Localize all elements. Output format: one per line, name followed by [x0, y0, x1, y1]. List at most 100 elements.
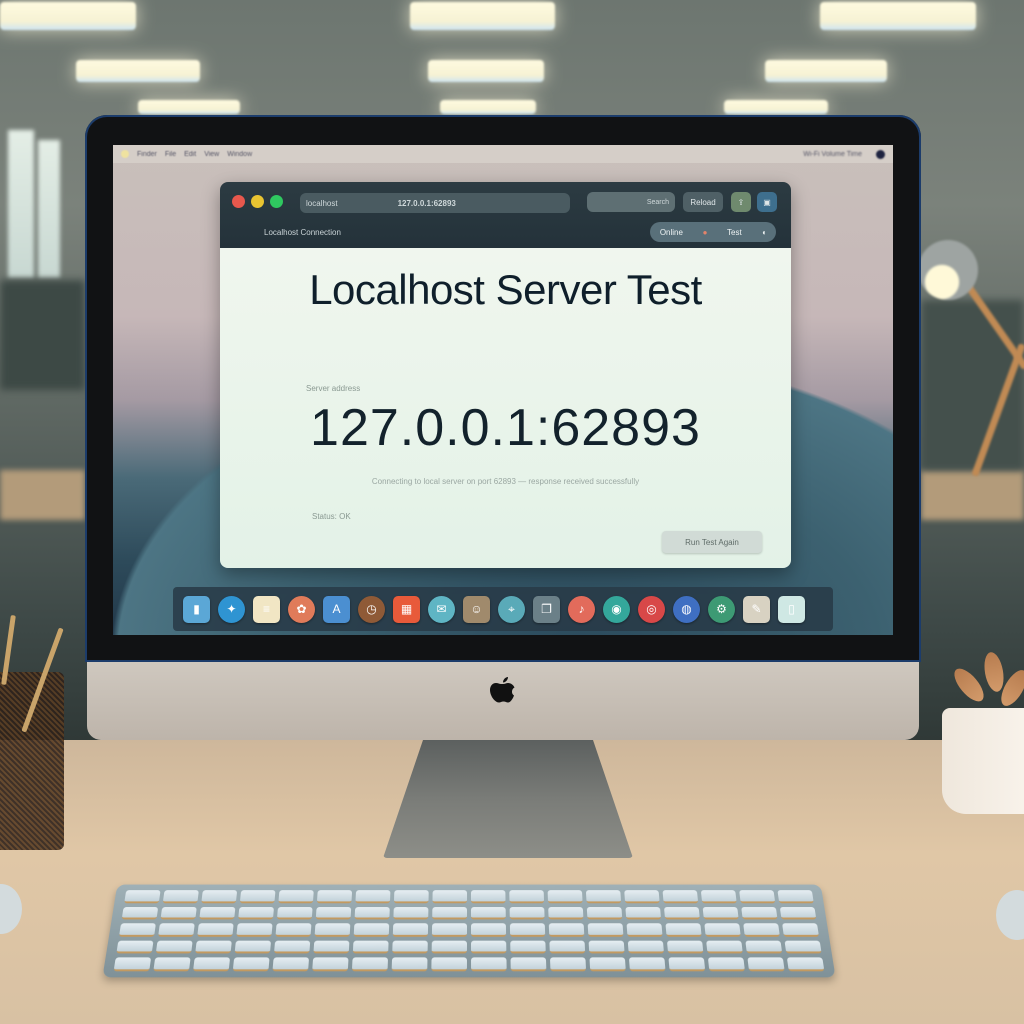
- keyboard-key[interactable]: [314, 923, 351, 937]
- keyboard-key[interactable]: [155, 940, 193, 954]
- trash-icon[interactable]: ▯: [778, 595, 805, 623]
- control-center-icon[interactable]: [876, 149, 885, 159]
- keyboard-key[interactable]: [316, 890, 353, 903]
- messages-icon[interactable]: ✉: [428, 595, 455, 623]
- maps-icon[interactable]: ⌖: [498, 595, 525, 623]
- keyboard-key[interactable]: [391, 957, 428, 972]
- keyboard-key[interactable]: [118, 923, 156, 937]
- minimize-button[interactable]: [251, 195, 264, 208]
- news-icon[interactable]: ◎: [638, 595, 665, 623]
- keyboard-key[interactable]: [352, 940, 389, 954]
- keyboard-key[interactable]: [470, 906, 506, 920]
- keyboard-key[interactable]: [392, 923, 429, 937]
- keyboard-key[interactable]: [510, 957, 547, 972]
- keyboard-key[interactable]: [741, 906, 778, 920]
- finder-icon[interactable]: ▮: [183, 595, 210, 623]
- keyboard-key[interactable]: [587, 923, 624, 937]
- keyboard-key[interactable]: [432, 890, 468, 903]
- keyboard-key[interactable]: [353, 923, 390, 937]
- keyboard-key[interactable]: [509, 890, 545, 903]
- keyboard-key[interactable]: [470, 890, 506, 903]
- keyboard-key[interactable]: [312, 957, 349, 972]
- keyboard-key[interactable]: [589, 957, 626, 972]
- keyboard-key[interactable]: [153, 957, 191, 972]
- keyboard-key[interactable]: [278, 890, 314, 903]
- keyboard-key[interactable]: [625, 906, 662, 920]
- keyboard-key[interactable]: [700, 890, 737, 903]
- keyboard-key[interactable]: [201, 890, 238, 903]
- keyboard-key[interactable]: [273, 940, 311, 954]
- keyboard-key[interactable]: [238, 906, 275, 920]
- keyboard-key[interactable]: [236, 923, 273, 937]
- keyboard-key[interactable]: [431, 923, 468, 937]
- keyboard-key[interactable]: [739, 890, 776, 903]
- keyboard-key[interactable]: [234, 940, 272, 954]
- keyboard-key[interactable]: [393, 906, 429, 920]
- keyboard-key[interactable]: [275, 923, 312, 937]
- keyboard-key[interactable]: [124, 890, 161, 903]
- keyboard-key[interactable]: [113, 957, 152, 972]
- keyboard-key[interactable]: [782, 923, 820, 937]
- keyboard-key[interactable]: [509, 923, 546, 937]
- keyboard-key[interactable]: [548, 906, 584, 920]
- address-bar[interactable]: localhost 127.0.0.1:62893: [300, 193, 570, 213]
- keyboard-key[interactable]: [158, 923, 195, 937]
- keyboard-key[interactable]: [624, 890, 660, 903]
- keyboard-key[interactable]: [351, 957, 389, 972]
- keyboard-key[interactable]: [315, 906, 352, 920]
- keyboard-key[interactable]: [549, 957, 587, 972]
- keyboard-key[interactable]: [232, 957, 270, 972]
- keyboard-key[interactable]: [628, 957, 666, 972]
- textedit-icon[interactable]: ✎: [743, 595, 770, 623]
- photos-icon[interactable]: ✿: [288, 595, 315, 623]
- close-button[interactable]: [232, 195, 245, 208]
- appstore-icon[interactable]: A: [323, 595, 350, 623]
- keyboard[interactable]: [102, 884, 836, 978]
- keyboard-key[interactable]: [116, 940, 154, 954]
- keyboard-key[interactable]: [195, 940, 232, 954]
- clock-icon[interactable]: ◷: [358, 595, 385, 623]
- keyboard-key[interactable]: [702, 906, 739, 920]
- keyboard-key[interactable]: [431, 940, 467, 954]
- keyboard-key[interactable]: [355, 890, 391, 903]
- keyboard-key[interactable]: [585, 890, 622, 903]
- reload-button[interactable]: Reload: [683, 192, 723, 212]
- keyboard-key[interactable]: [549, 940, 586, 954]
- keyboard-key[interactable]: [509, 906, 545, 920]
- keyboard-key[interactable]: [784, 940, 822, 954]
- keyboard-key[interactable]: [276, 906, 313, 920]
- keyboard-key[interactable]: [432, 906, 468, 920]
- keyboard-key[interactable]: [777, 890, 814, 903]
- keyboard-key[interactable]: [668, 957, 706, 972]
- keyboard-key[interactable]: [548, 923, 585, 937]
- keyboard-key[interactable]: [586, 906, 623, 920]
- keyboard-key[interactable]: [471, 957, 507, 972]
- keyboard-key[interactable]: [707, 957, 746, 972]
- keyboard-key[interactable]: [393, 890, 429, 903]
- status-pill[interactable]: Online ● Test ◖: [650, 222, 776, 242]
- keyboard-key[interactable]: [588, 940, 625, 954]
- keyboard-key[interactable]: [706, 940, 743, 954]
- keyboard-key[interactable]: [745, 940, 783, 954]
- keyboard-key[interactable]: [510, 940, 546, 954]
- keyboard-key[interactable]: [162, 890, 199, 903]
- keyboard-key[interactable]: [662, 890, 699, 903]
- keyboard-key[interactable]: [663, 906, 700, 920]
- safari-icon[interactable]: ✦: [218, 595, 245, 623]
- keyboard-key[interactable]: [313, 940, 350, 954]
- zoom-button[interactable]: [270, 195, 283, 208]
- music-icon[interactable]: ♪: [568, 595, 595, 623]
- keyboard-key[interactable]: [354, 906, 390, 920]
- keyboard-key[interactable]: [786, 957, 825, 972]
- menu-item[interactable]: File: [165, 151, 176, 158]
- menu-item[interactable]: Edit: [184, 151, 196, 158]
- apple-menu-icon[interactable]: [121, 150, 129, 158]
- keyboard-key[interactable]: [121, 906, 159, 920]
- menu-item[interactable]: View: [204, 151, 219, 158]
- keyboard-key[interactable]: [197, 923, 234, 937]
- menu-item[interactable]: Window: [227, 151, 252, 158]
- menu-item[interactable]: Finder: [137, 151, 157, 158]
- keyboard-key[interactable]: [239, 890, 276, 903]
- keyboard-key[interactable]: [547, 890, 583, 903]
- keyboard-key[interactable]: [392, 940, 428, 954]
